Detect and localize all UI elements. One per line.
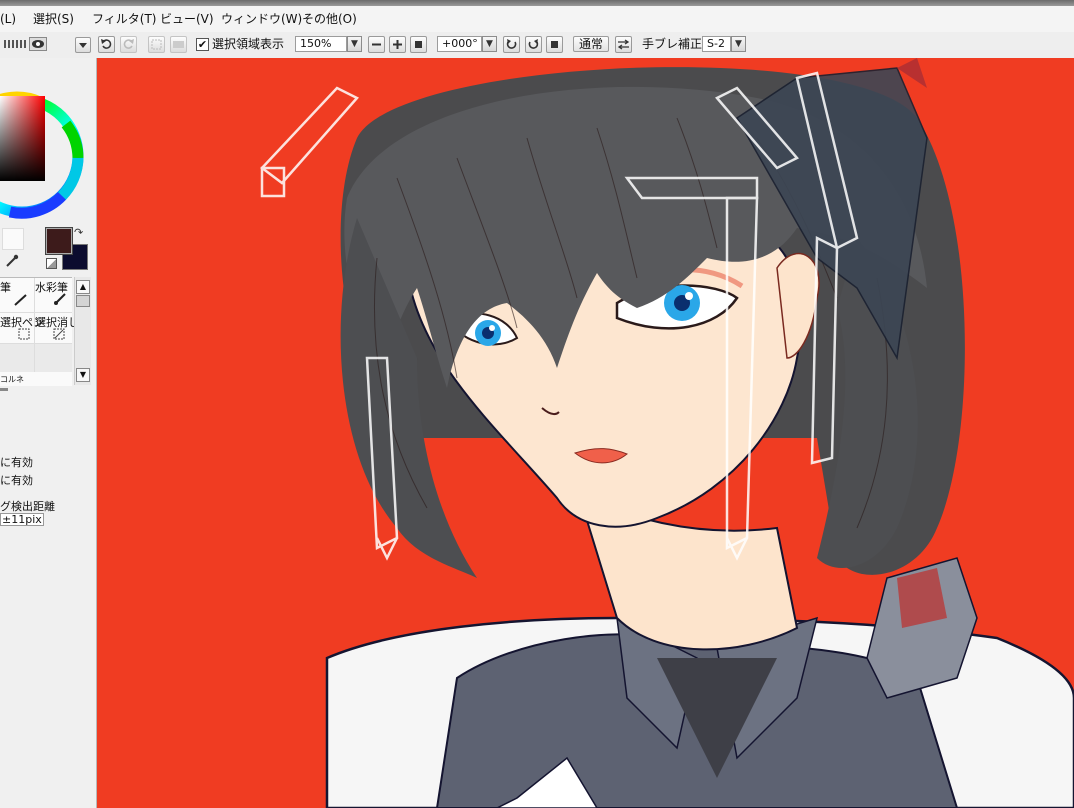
brush-cell-pen[interactable]: 筆 [0, 278, 35, 313]
menu-item-other[interactable]: その他(O) [302, 11, 357, 27]
grid-view-icon[interactable] [3, 38, 27, 50]
menu-item-filter[interactable]: フィルタ(T) [92, 11, 156, 27]
drawing-canvas[interactable] [97, 58, 1074, 808]
eye-toggle-icon[interactable] [29, 37, 47, 51]
brush-cell-empty-2[interactable] [35, 344, 72, 372]
rotate-right-button[interactable] [525, 36, 542, 53]
zoom-dropdown-icon[interactable]: ▼ [347, 36, 362, 52]
menu-item-window[interactable]: ウィンドウ(W) [221, 11, 302, 27]
zoom-reset-button[interactable] [410, 36, 427, 53]
brush-palette: 筆 水彩筆 選択ペン 選択消し コルネ [0, 277, 79, 386]
menu-item-select[interactable]: 選択(S) [33, 11, 74, 27]
panel-divider[interactable] [0, 388, 8, 391]
panel-menu-button[interactable] [75, 37, 91, 53]
left-tool-panel: ↷ 筆 水彩筆 選択ペン 選択消し コルネ ▲ ▼ に有効 に有効 グ検出距離 … [0, 58, 97, 808]
scroll-down-icon[interactable]: ▼ [76, 368, 90, 382]
reset-colors-icon[interactable] [46, 258, 57, 269]
blend-mode-button[interactable]: 通常 [573, 36, 610, 52]
menu-item-layer[interactable]: (L) [0, 11, 16, 27]
zoom-out-button[interactable] [368, 36, 385, 53]
toolbar: ✔ 選択領域表示 150% ▼ +000° ▼ 通常 手ブレ補正 S-2 ▼ [0, 32, 1074, 59]
show-selection-label: 選択領域表示 [212, 37, 285, 51]
rotate-left-button[interactable] [503, 36, 520, 53]
stabilizer-dropdown-icon[interactable]: ▼ [731, 36, 746, 52]
redo-button[interactable] [120, 36, 137, 53]
scroll-thumb[interactable] [76, 295, 90, 307]
zoom-field[interactable]: 150% [295, 36, 347, 52]
menu-bar: (L) 選択(S) フィルタ(T) ビュー(V) ウィンドウ(W) その他(O) [0, 6, 1074, 33]
brush-cell-empty[interactable] [0, 344, 35, 372]
brush-palette-scrollbar[interactable]: ▲ ▼ [74, 277, 91, 385]
option-label-1: に有効 [0, 456, 33, 469]
eyedropper-icon[interactable] [5, 254, 19, 268]
select-pen-icon [18, 328, 30, 340]
primary-color-swatch[interactable] [45, 227, 73, 255]
rotation-dropdown-icon[interactable]: ▼ [482, 36, 497, 52]
brush-cell-select-pen[interactable]: 選択ペン [0, 313, 44, 344]
brush-cell-select-erase[interactable]: 選択消し [35, 313, 79, 344]
rotation-field[interactable]: +000° [437, 36, 482, 52]
watercolor-brush-icon [54, 293, 66, 305]
invert-selection-button[interactable] [170, 36, 187, 53]
undo-button[interactable] [98, 36, 115, 53]
rotation-reset-button[interactable] [546, 36, 563, 53]
deselect-button[interactable] [148, 36, 165, 53]
show-selection-checkbox[interactable]: ✔ [196, 38, 209, 51]
color-wheel[interactable] [0, 58, 96, 228]
menu-item-view[interactable]: ビュー(V) [160, 11, 214, 27]
flip-horizontal-button[interactable] [615, 36, 632, 53]
scroll-up-icon[interactable]: ▲ [76, 280, 90, 294]
stabilizer-label: 手ブレ補正 [642, 37, 703, 51]
pen-brush-icon [14, 294, 27, 306]
swap-colors-icon[interactable]: ↷ [74, 226, 83, 239]
brush-cell-watercolor[interactable]: 水彩筆 [35, 278, 72, 313]
gap-detect-label: グ検出距離 [0, 500, 55, 513]
option-label-2: に有効 [0, 474, 33, 487]
color-history-slot[interactable] [2, 228, 24, 250]
zoom-in-button[interactable] [389, 36, 406, 53]
select-erase-icon [53, 328, 65, 340]
canvas-artwork [97, 58, 1074, 808]
brush-cell-partial-label: コルネ [0, 375, 24, 384]
stabilizer-field[interactable]: S-2 [702, 36, 731, 52]
gap-detect-field[interactable]: ±11pix [0, 513, 44, 526]
